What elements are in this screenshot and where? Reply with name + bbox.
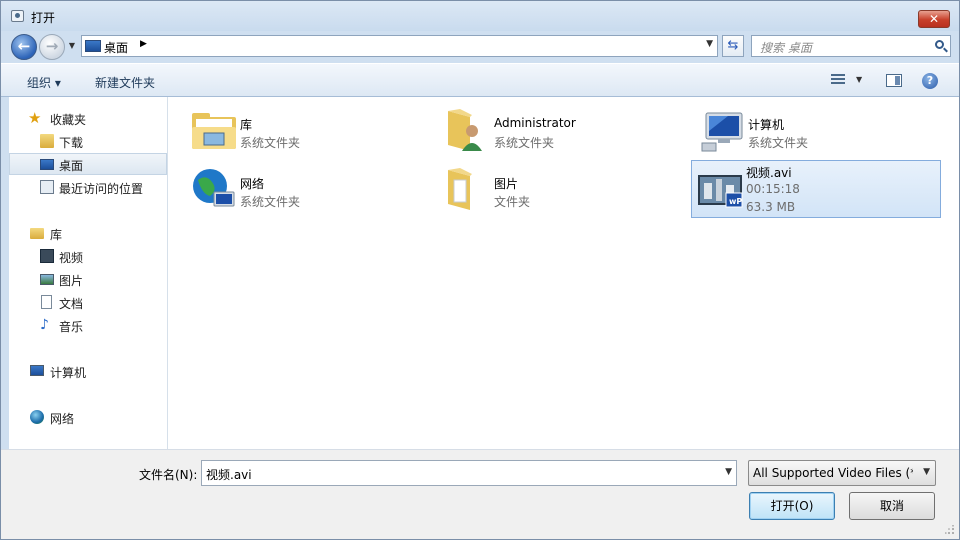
address-bar[interactable]: 桌面 ▶ ▼ bbox=[81, 35, 718, 57]
sidebar-item-label: 库 bbox=[50, 228, 63, 242]
file-list: 库 系统文件夹 Administrator 系统文件夹 计算机 系统文件夹 网络… bbox=[168, 97, 959, 449]
sidebar-item-music[interactable]: ♪ 音乐 bbox=[9, 314, 167, 336]
open-file-dialog: 打开 ✕ ← → ▼ 桌面 ▶ ▼ ⇆ 搜索 桌面 组织 ▾ 新建文件夹 ▼ ?… bbox=[0, 0, 960, 540]
new-folder-button[interactable]: 新建文件夹 bbox=[95, 74, 155, 91]
desktop-icon bbox=[85, 40, 101, 52]
sidebar-item-label: 视频 bbox=[59, 251, 84, 265]
sidebar-item-recent-places[interactable]: 最近访问的位置 bbox=[9, 176, 167, 198]
folder-icon bbox=[448, 168, 472, 210]
preview-pane-icon[interactable] bbox=[886, 74, 902, 87]
computer-icon bbox=[701, 112, 743, 152]
file-type-select[interactable]: All Supported Video Files (*. ▼ bbox=[748, 460, 936, 486]
chevron-right-icon[interactable]: ▶ bbox=[140, 39, 147, 49]
help-icon[interactable]: ? bbox=[922, 73, 938, 89]
change-view-icon[interactable] bbox=[831, 73, 845, 87]
picture-icon bbox=[40, 274, 54, 285]
refresh-button[interactable]: ⇆ bbox=[722, 35, 744, 57]
item-name: 视频.avi bbox=[746, 166, 792, 180]
sidebar-item-label: 下载 bbox=[59, 136, 84, 150]
sidebar-item-desktop[interactable]: 桌面 bbox=[9, 153, 167, 175]
sidebar-item-pictures[interactable]: 图片 bbox=[9, 268, 167, 290]
recent-pages-dropdown-icon[interactable]: ▼ bbox=[67, 41, 77, 51]
navigation-bar: ← → ▼ 桌面 ▶ ▼ ⇆ 搜索 桌面 bbox=[1, 31, 959, 63]
item-duration: 00:15:18 bbox=[746, 182, 800, 196]
resize-grip-icon[interactable] bbox=[945, 525, 955, 535]
search-placeholder: 搜索 桌面 bbox=[760, 41, 812, 55]
item-type: 系统文件夹 bbox=[240, 195, 301, 209]
sidebar-item-label: 文档 bbox=[59, 297, 84, 311]
sidebar-item-libraries[interactable]: 库 bbox=[9, 222, 167, 244]
video-file-icon: wP bbox=[698, 175, 743, 208]
list-item-network[interactable]: 网络 系统文件夹 bbox=[186, 160, 436, 216]
item-type: 系统文件夹 bbox=[748, 136, 809, 150]
sidebar-item-label: 收藏夹 bbox=[50, 113, 87, 127]
sidebar-item-label: 音乐 bbox=[59, 320, 84, 334]
search-icon[interactable] bbox=[935, 40, 944, 49]
filename-input[interactable]: 视频.avi ▼ bbox=[201, 460, 737, 486]
organize-button[interactable]: 组织 ▾ bbox=[27, 74, 61, 91]
sidebar-item-label: 图片 bbox=[59, 274, 84, 288]
filename-value[interactable]: 视频.avi bbox=[206, 466, 252, 483]
library-folder-icon bbox=[192, 113, 236, 149]
open-button[interactable]: 打开(O) bbox=[749, 492, 835, 520]
close-button[interactable]: ✕ bbox=[918, 10, 950, 28]
sidebar-item-videos[interactable]: 视频 bbox=[9, 245, 167, 267]
app-icon bbox=[11, 10, 24, 22]
cancel-button[interactable]: 取消 bbox=[849, 492, 935, 520]
sidebar-item-computer[interactable]: 计算机 bbox=[9, 360, 167, 382]
item-name: Administrator bbox=[494, 116, 576, 130]
sidebar-item-downloads[interactable]: 下载 bbox=[9, 130, 167, 152]
command-toolbar: 组织 ▾ 新建文件夹 ▼ ? bbox=[1, 63, 959, 97]
item-name: 图片 bbox=[494, 177, 519, 191]
computer-icon bbox=[30, 365, 44, 376]
item-name: 网络 bbox=[240, 177, 265, 191]
dialog-footer: 文件名(N): 视频.avi ▼ All Supported Video Fil… bbox=[1, 449, 959, 539]
window-title: 打开 bbox=[31, 11, 56, 25]
list-item-pictures[interactable]: 图片 文件夹 bbox=[440, 160, 690, 216]
file-type-value: All Supported Video Files (*. bbox=[753, 466, 913, 480]
filename-label: 文件名(N): bbox=[139, 468, 198, 482]
item-name: 计算机 bbox=[748, 118, 785, 132]
network-icon bbox=[30, 410, 44, 424]
document-icon bbox=[41, 295, 52, 309]
list-item-administrator[interactable]: Administrator 系统文件夹 bbox=[440, 101, 690, 157]
sidebar-item-label: 计算机 bbox=[50, 366, 87, 380]
sidebar-item-label: 网络 bbox=[50, 412, 75, 426]
view-dropdown-icon[interactable]: ▼ bbox=[856, 75, 862, 84]
navigation-pane: ★ 收藏夹 下载 桌面 最近访问的位置 库 视频 图片 文档 ♪ 音乐 计算机 … bbox=[9, 97, 168, 449]
list-item-video-file[interactable]: wP 视频.avi 00:15:18 63.3 MB bbox=[691, 160, 941, 218]
user-folder-icon bbox=[448, 109, 482, 151]
address-crumb-desktop[interactable]: 桌面 bbox=[104, 39, 128, 56]
list-item-computer[interactable]: 计算机 系统文件夹 bbox=[694, 101, 944, 157]
item-type: 系统文件夹 bbox=[240, 136, 301, 150]
list-item-libraries[interactable]: 库 系统文件夹 bbox=[186, 101, 436, 157]
chevron-down-icon[interactable]: ▼ bbox=[725, 467, 732, 477]
svg-text:wP: wP bbox=[729, 197, 742, 206]
item-name: 库 bbox=[240, 118, 253, 132]
desktop-icon bbox=[40, 159, 54, 170]
item-type: 系统文件夹 bbox=[494, 136, 555, 150]
network-globe-icon bbox=[193, 169, 235, 207]
sidebar-item-documents[interactable]: 文档 bbox=[9, 291, 167, 313]
item-type: 文件夹 bbox=[494, 195, 531, 209]
back-button[interactable]: ← bbox=[11, 34, 37, 60]
sidebar-item-label: 桌面 bbox=[59, 159, 84, 173]
recent-places-icon bbox=[40, 180, 54, 194]
forward-button[interactable]: → bbox=[39, 34, 65, 60]
library-icon bbox=[30, 228, 44, 239]
address-dropdown-icon[interactable]: ▼ bbox=[706, 39, 713, 49]
sidebar-item-favorites[interactable]: ★ 收藏夹 bbox=[9, 107, 167, 129]
chevron-down-icon[interactable]: ▼ bbox=[923, 467, 930, 477]
music-icon: ♪ bbox=[40, 317, 49, 333]
title-bar: 打开 ✕ bbox=[1, 1, 959, 31]
video-icon bbox=[40, 249, 54, 263]
star-icon: ★ bbox=[28, 109, 42, 127]
sidebar-item-label: 最近访问的位置 bbox=[59, 182, 144, 196]
sidebar-item-network[interactable]: 网络 bbox=[9, 406, 167, 428]
item-size: 63.3 MB bbox=[746, 200, 796, 214]
search-input[interactable]: 搜索 桌面 bbox=[751, 35, 951, 57]
download-folder-icon bbox=[40, 134, 54, 148]
